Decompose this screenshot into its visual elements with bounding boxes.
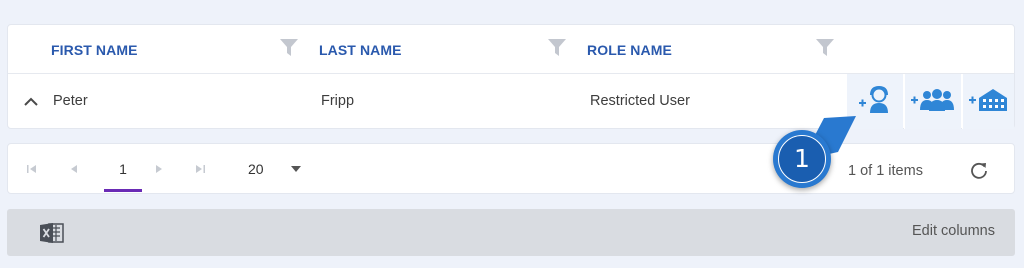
users-grid: FIRST NAME LAST NAME ROLE NAME Peter Fri… <box>7 24 1015 129</box>
callout-badge: 1 <box>773 130 831 188</box>
add-organization-icon <box>969 89 1007 111</box>
page-number-label: 1 <box>119 161 127 177</box>
refresh-icon[interactable] <box>969 160 989 180</box>
filter-icon[interactable] <box>280 39 298 56</box>
last-page-icon[interactable] <box>194 163 206 175</box>
column-header-role-name[interactable]: ROLE NAME <box>587 42 672 58</box>
column-header-first-name[interactable]: FIRST NAME <box>51 42 138 58</box>
add-group-icon <box>911 89 954 111</box>
items-info: 1 of 1 items <box>848 163 923 179</box>
edit-columns-button[interactable]: Edit columns <box>912 223 995 239</box>
grid-footer: Edit columns <box>7 209 1015 256</box>
column-header-last-name[interactable]: LAST NAME <box>319 42 402 58</box>
chevron-down-icon <box>291 166 301 172</box>
active-page-indicator <box>104 189 142 192</box>
add-user-icon <box>859 85 888 113</box>
page-size-value: 20 <box>248 161 264 177</box>
cell-last-name: Fripp <box>321 93 355 109</box>
filter-icon[interactable] <box>816 39 834 56</box>
previous-page-icon[interactable] <box>68 163 80 175</box>
grid-header: FIRST NAME LAST NAME ROLE NAME <box>8 25 1014 74</box>
add-organization-button[interactable] <box>962 74 1014 129</box>
page-size-select[interactable]: 20 <box>240 144 310 195</box>
excel-export-icon[interactable] <box>40 222 64 244</box>
callout-number: 1 <box>794 144 810 173</box>
add-group-button[interactable] <box>904 74 961 129</box>
page-number-current[interactable]: 1 <box>104 144 142 195</box>
pager: 1 20 1 of 1 items <box>7 143 1015 194</box>
first-page-icon[interactable] <box>26 163 38 175</box>
filter-icon[interactable] <box>548 39 566 56</box>
cell-role-name: Restricted User <box>590 93 690 109</box>
table-row[interactable]: Peter Fripp Restricted User <box>8 74 1014 129</box>
chevron-up-icon[interactable] <box>22 93 40 111</box>
cell-first-name: Peter <box>53 93 88 109</box>
next-page-icon[interactable] <box>153 163 165 175</box>
